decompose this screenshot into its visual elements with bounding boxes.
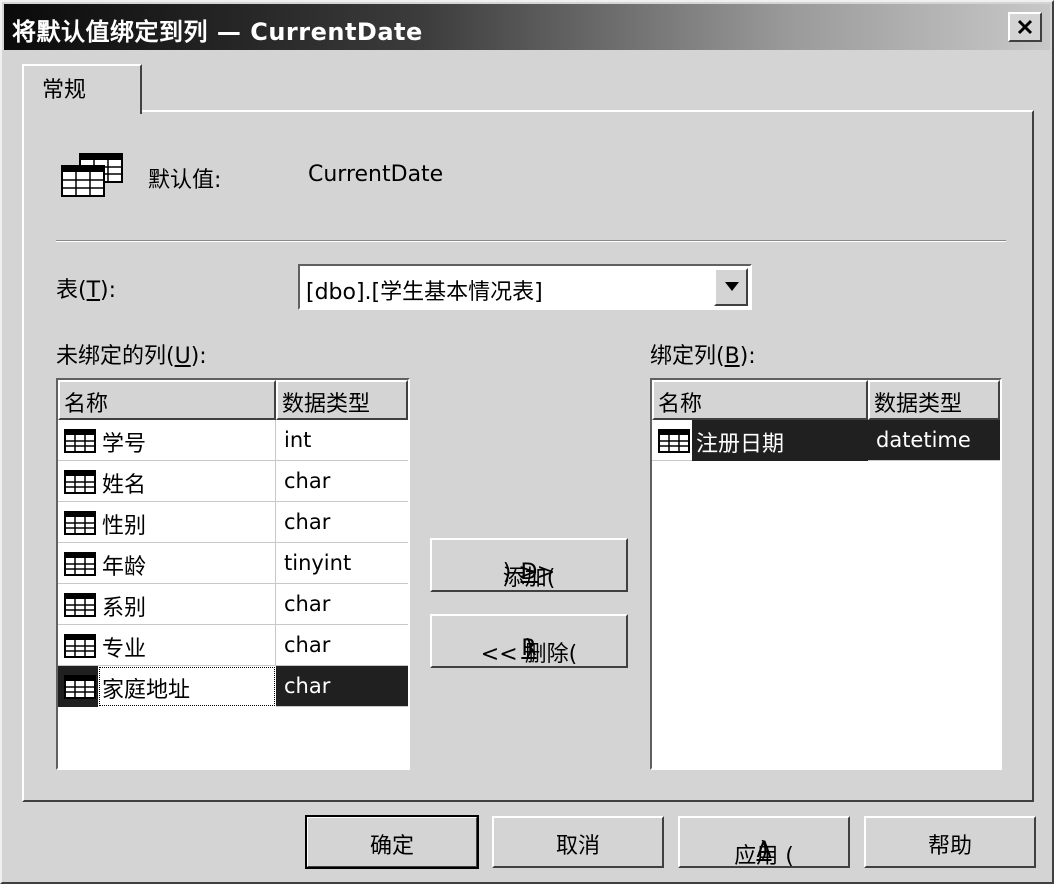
unbound-header-name[interactable]: 名称 bbox=[58, 380, 276, 420]
unbound-column-row[interactable]: 家庭地址 char bbox=[58, 666, 408, 707]
bound-columns-list[interactable]: 名称 数据类型 注册日期 datetime bbox=[650, 378, 1002, 770]
unbound-column-name: 姓名 bbox=[102, 473, 147, 498]
title-bar[interactable]: 将默认值绑定到列 — CurrentDate bbox=[4, 4, 1050, 50]
column-icon bbox=[64, 675, 96, 699]
unbound-column-name-cell: 年龄 bbox=[58, 543, 276, 584]
unbound-column-type: char bbox=[284, 674, 331, 698]
unbound-column-type: tinyint bbox=[284, 551, 352, 575]
unbound-column-name: 学号 bbox=[102, 432, 147, 457]
bound-header-name[interactable]: 名称 bbox=[652, 380, 868, 420]
bound-column-name-cell: 注册日期 bbox=[652, 420, 868, 461]
unbound-column-type-cell: char bbox=[276, 584, 408, 625]
column-icon bbox=[64, 634, 96, 658]
help-button[interactable]: 帮助 bbox=[864, 816, 1036, 868]
add-button[interactable]: 添加(D) >> bbox=[430, 538, 628, 592]
column-icon bbox=[64, 429, 96, 453]
default-value-label: 默认值: bbox=[148, 168, 222, 193]
unbound-column-name-cell: 学号 bbox=[58, 420, 276, 461]
close-icon bbox=[1017, 19, 1033, 35]
unbound-column-type-cell: char bbox=[276, 666, 408, 707]
unbound-column-row[interactable]: 姓名 char bbox=[58, 461, 408, 502]
unbound-column-type: char bbox=[284, 633, 331, 657]
unbound-column-name-cell: 姓名 bbox=[58, 461, 276, 502]
bound-columns-label: 绑定列(B): bbox=[650, 344, 756, 369]
unbound-column-type-cell: tinyint bbox=[276, 543, 408, 584]
unbound-column-type: char bbox=[284, 592, 331, 616]
tab-general-label: 常规 bbox=[42, 78, 87, 103]
unbound-column-name-cell: 家庭地址 bbox=[58, 666, 276, 707]
column-icon bbox=[658, 429, 690, 453]
unbound-column-type: char bbox=[284, 469, 331, 493]
unbound-column-type-cell: char bbox=[276, 502, 408, 543]
unbound-column-row[interactable]: 年龄 tinyint bbox=[58, 543, 408, 584]
ok-button[interactable]: 确定 bbox=[305, 815, 479, 869]
unbound-column-row[interactable]: 性别 char bbox=[58, 502, 408, 543]
bound-column-name: 注册日期 bbox=[696, 432, 785, 457]
unbound-column-name: 家庭地址 bbox=[102, 678, 191, 703]
unbound-column-type-cell: char bbox=[276, 625, 408, 666]
unbound-column-name-cell: 专业 bbox=[58, 625, 276, 666]
apply-button[interactable]: 应用 (A) bbox=[678, 816, 850, 869]
column-icon bbox=[64, 470, 96, 494]
unbound-column-name: 专业 bbox=[102, 637, 147, 662]
cancel-button[interactable]: 取消 bbox=[492, 816, 664, 868]
unbound-column-row[interactable]: 系别 char bbox=[58, 584, 408, 625]
column-icon bbox=[64, 593, 96, 617]
tab-general[interactable]: 常规 bbox=[22, 64, 142, 114]
unbound-column-type-cell: int bbox=[276, 420, 408, 461]
cancel-button-label: 取消 bbox=[555, 834, 600, 859]
bound-column-row[interactable]: 注册日期 datetime bbox=[652, 420, 1000, 461]
chevron-down-icon bbox=[725, 282, 739, 291]
unbound-column-name: 性别 bbox=[102, 514, 147, 539]
bind-default-dialog: 将默认值绑定到列 — CurrentDate 常规 默认值: CurrentDa… bbox=[0, 0, 1054, 884]
column-icon bbox=[64, 511, 96, 535]
default-value-name: CurrentDate bbox=[308, 162, 444, 187]
unbound-column-name: 年龄 bbox=[102, 555, 147, 580]
unbound-columns-list[interactable]: 名称 数据类型 学号 int 姓名 char 性别 char 年龄 tinyint 系别 char… bbox=[56, 378, 410, 770]
remove-button[interactable]: << 删除(R) bbox=[430, 614, 628, 668]
help-button-label: 帮助 bbox=[927, 834, 972, 859]
column-icon bbox=[64, 552, 96, 576]
unbound-column-row[interactable]: 学号 int bbox=[58, 420, 408, 461]
table-select[interactable]: [dbo].[学生基本情况表] bbox=[298, 264, 752, 310]
bound-column-type: datetime bbox=[876, 428, 971, 452]
bound-column-type-cell: datetime bbox=[868, 420, 1000, 461]
unbound-columns-label: 未绑定的列(U): bbox=[56, 344, 207, 369]
unbound-column-name-cell: 性别 bbox=[58, 502, 276, 543]
table-select-dropdown-button[interactable] bbox=[714, 268, 748, 306]
bound-header-type[interactable]: 数据类型 bbox=[868, 380, 1000, 420]
unbound-header-type[interactable]: 数据类型 bbox=[276, 380, 408, 420]
table-select-value: [dbo].[学生基本情况表] bbox=[306, 280, 543, 305]
table-icon bbox=[61, 153, 123, 197]
unbound-column-name: 系别 bbox=[102, 596, 147, 621]
unbound-column-type: char bbox=[284, 510, 331, 534]
unbound-column-name-cell: 系别 bbox=[58, 584, 276, 625]
window-title: 将默认值绑定到列 — CurrentDate bbox=[12, 18, 423, 46]
close-button[interactable] bbox=[1008, 12, 1042, 42]
unbound-column-row[interactable]: 专业 char bbox=[58, 625, 408, 666]
separator bbox=[56, 240, 1006, 242]
table-label: 表(T): bbox=[56, 278, 117, 303]
unbound-column-type-cell: char bbox=[276, 461, 408, 502]
unbound-column-type: int bbox=[284, 428, 312, 452]
ok-button-label: 确定 bbox=[369, 834, 414, 859]
